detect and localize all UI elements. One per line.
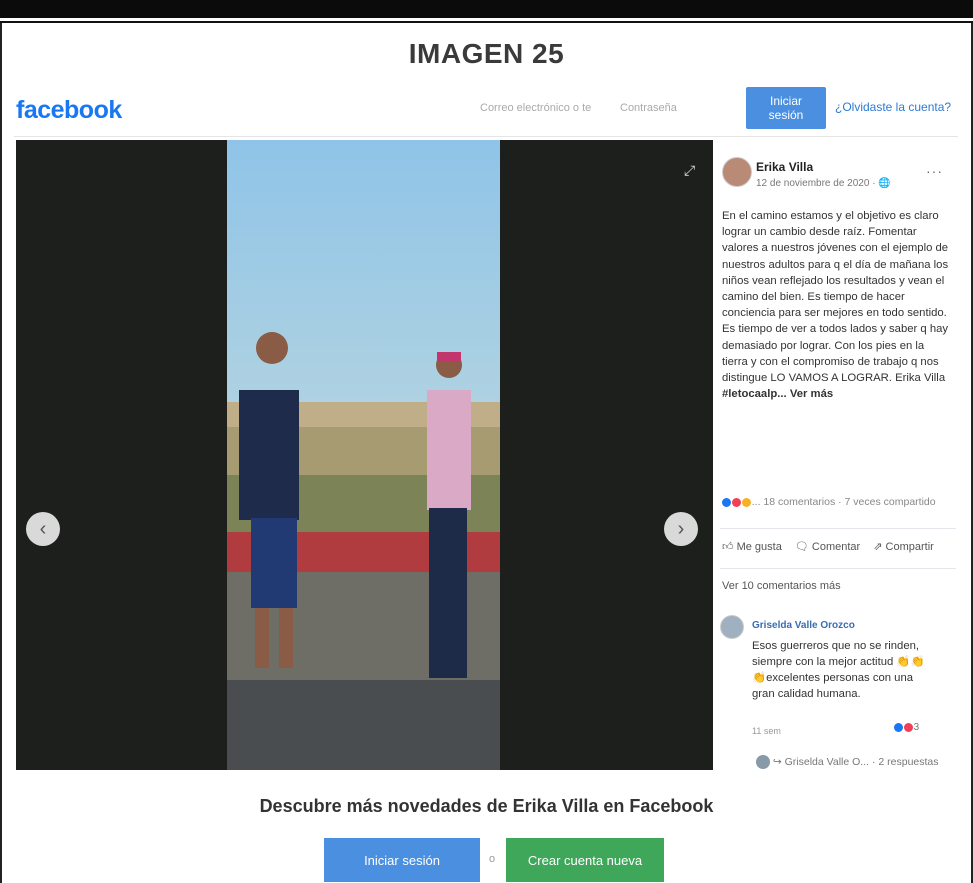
create-account-button[interactable]: Crear cuenta nueva [506, 838, 664, 882]
post-body: En el camino estamos y el objetivo es cl… [722, 210, 949, 385]
comment-icon: 🗨︎ [794, 541, 812, 553]
divider [720, 568, 956, 569]
thumbs-up-icon: 👍︎ [722, 541, 737, 553]
divider [720, 528, 956, 529]
share-icon: ⇗ [873, 541, 886, 553]
discover-heading: Descubre más novedades de Erika Villa en… [259, 796, 714, 816]
comment-time[interactable]: 11 sem [752, 726, 781, 736]
avatar[interactable] [722, 157, 752, 187]
frame-border [0, 23, 2, 883]
post-text: En el camino estamos y el objetivo es cl… [722, 208, 950, 402]
next-photo-button[interactable]: › [664, 512, 698, 546]
comment-reactions[interactable]: 3 [894, 722, 919, 733]
globe-icon: 🌐 [878, 178, 891, 189]
care-reaction-icon [741, 497, 751, 507]
replies-text: ↪ Griselda Valle O... · 2 respuestas [772, 755, 939, 768]
previous-photo-button[interactable]: ‹ [26, 512, 60, 546]
like-reaction-icon [894, 722, 903, 732]
post-stats[interactable]: ... 18 comentarios · 7 veces compartido [722, 496, 958, 508]
replies-link[interactable]: ↪ Griselda Valle O... · 2 respuestas [756, 755, 939, 769]
or-separator: o [489, 853, 496, 865]
view-more-comments-link[interactable]: Ver 10 comentarios más [722, 580, 841, 592]
like-button[interactable]: 👍︎ Me gusta [722, 541, 782, 553]
share-label: Compartir [885, 541, 934, 553]
commenter-name[interactable]: Griselda Valle Orozco [752, 620, 855, 631]
post-photo [227, 140, 500, 770]
share-button[interactable]: ⇗ Compartir [873, 541, 934, 553]
comment-button[interactable]: 🗨︎ Comentar [795, 541, 860, 553]
comment-label: Comentar [811, 541, 861, 553]
post-author[interactable]: Erika Villa [756, 160, 813, 174]
document-title: IMAGEN 25 [408, 38, 565, 69]
forgot-account-link[interactable]: ¿Olvidaste la cuenta? [835, 100, 951, 114]
comment-text: Esos guerreros que no se rinden, siempre… [752, 640, 925, 700]
login-button[interactable]: Iniciar sesión [746, 87, 826, 129]
see-more-link[interactable]: ... Ver más [777, 388, 833, 400]
post-actions: 👍︎ Me gusta 🗨︎ Comentar ⇗ Compartir [722, 540, 958, 553]
more-options-button[interactable]: ··· [926, 163, 943, 179]
hashtag-link[interactable]: #letocaalp [722, 388, 777, 400]
post-date-text: 12 de noviembre de 2020 · [756, 178, 879, 189]
facebook-logo[interactable]: facebook [16, 96, 122, 125]
post-date[interactable]: 12 de noviembre de 2020 · 🌐 [756, 178, 891, 189]
document-top-bar [0, 0, 973, 18]
post-stats-text: ... 18 comentarios · 7 veces compartido [751, 496, 936, 508]
like-reaction-icon [722, 497, 731, 507]
reply-avatar [756, 755, 770, 769]
email-field[interactable]: Correo electrónico o te [480, 102, 591, 114]
love-reaction-icon [731, 497, 741, 507]
comment-reactions-count: 3 [913, 722, 920, 733]
post-photo-image [227, 140, 500, 770]
like-label: Me gusta [736, 541, 782, 553]
password-field[interactable]: Contraseña [620, 102, 677, 114]
divider [0, 21, 973, 23]
love-reaction-icon [903, 722, 913, 732]
commenter-avatar[interactable] [720, 615, 744, 639]
bottom-login-button[interactable]: Iniciar sesión [324, 838, 480, 882]
expand-icon[interactable]: ⤢ [684, 162, 695, 179]
